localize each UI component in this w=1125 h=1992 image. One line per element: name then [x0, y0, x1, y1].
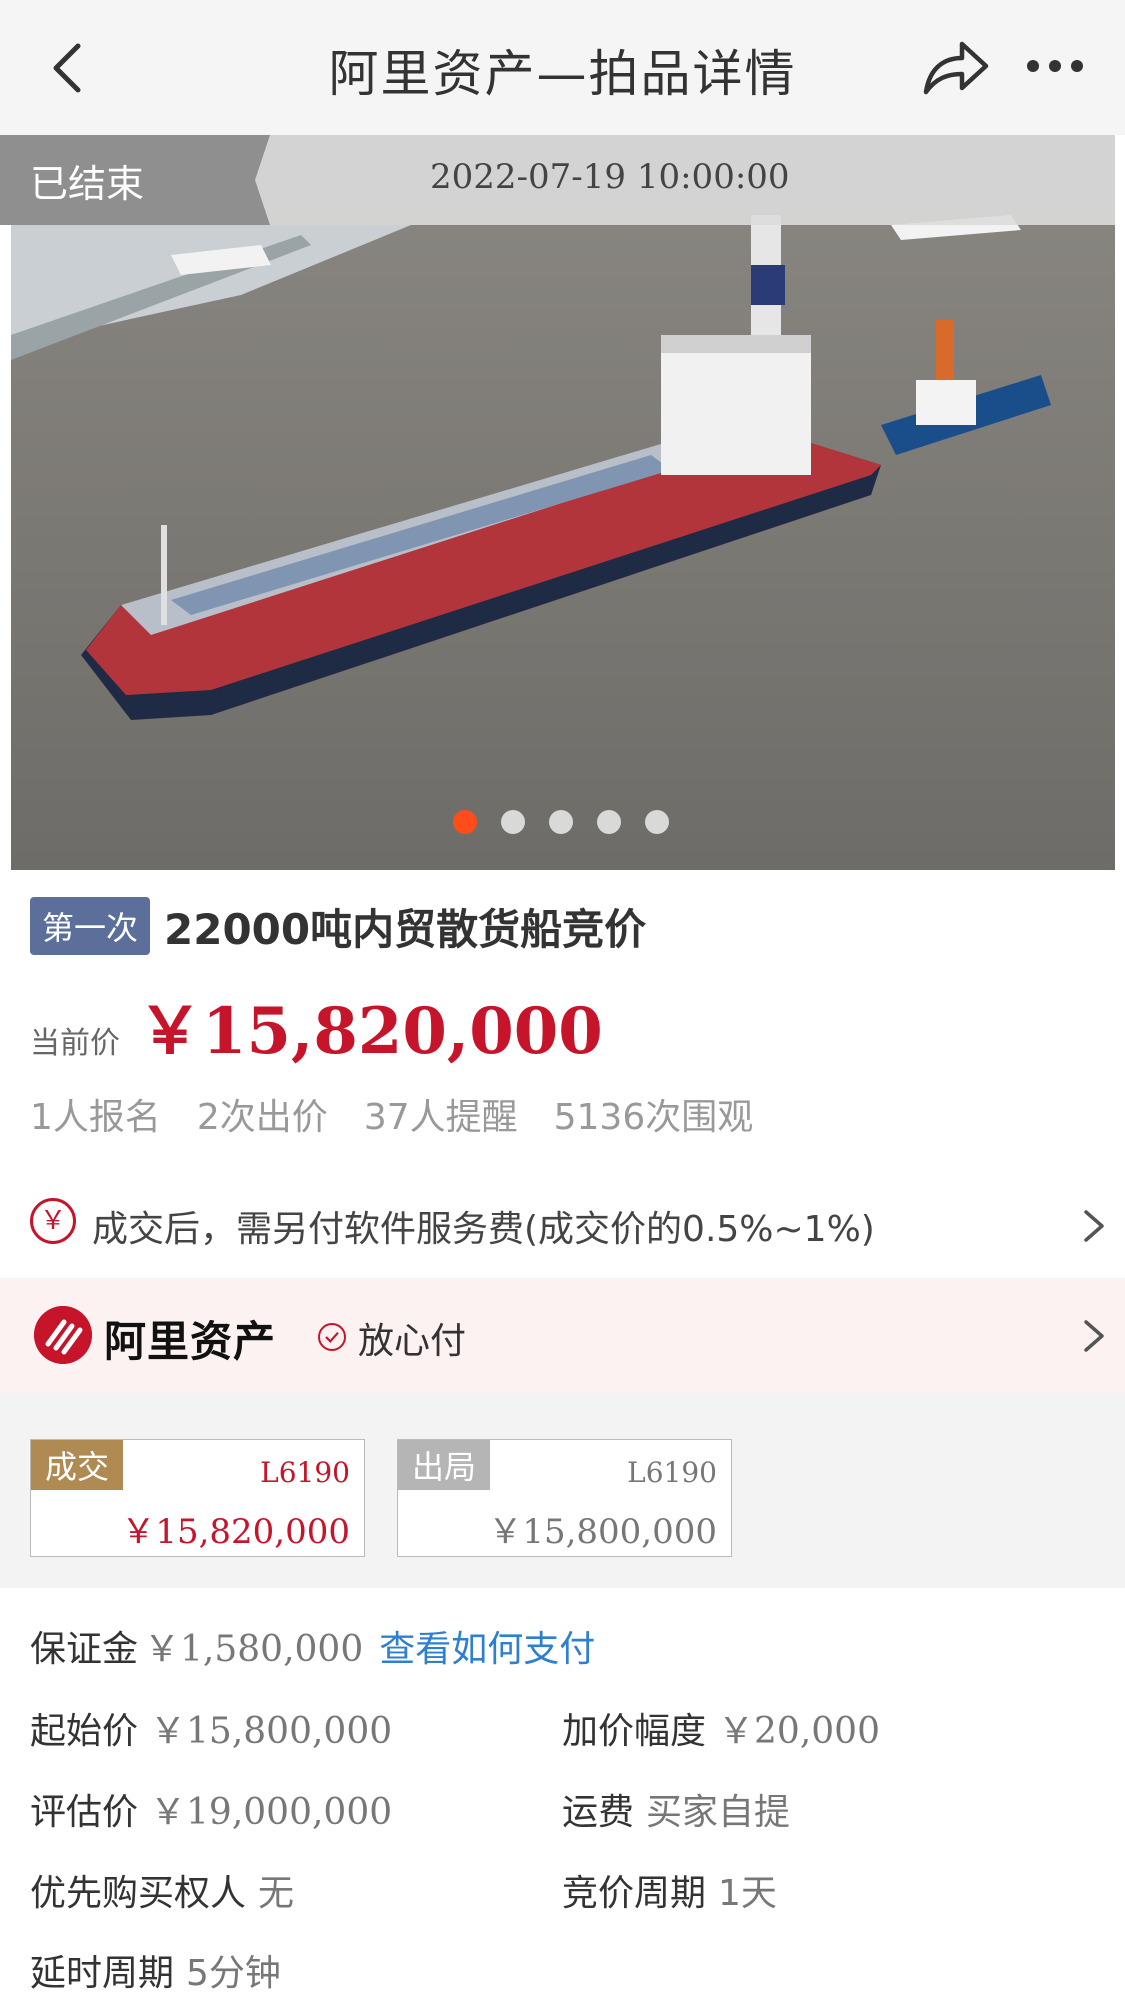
deposit-label: 保证金 [30, 1629, 139, 1670]
brand-name: 阿里资产 [104, 1317, 277, 1366]
service-fee-notice[interactable]: ￥ 成交后，需另付软件服务费(成交价的0.5%~1%) [0, 1170, 1125, 1280]
delay-label: 延时周期 [30, 1953, 175, 1992]
yuan-icon: ￥ [30, 1198, 76, 1244]
bidder-code: L6190 [260, 1456, 350, 1489]
stat-reminders: 37人提醒 [363, 1097, 518, 1138]
preemption-row: 优先购买权人无 [30, 1864, 294, 1916]
appraisal-row: 评估价 ￥19,000,000 [30, 1783, 392, 1835]
deposit-value: ￥1,580,000 [144, 1629, 364, 1670]
bid-card-outbid[interactable]: 出局 L6190 ￥15,800,000 [397, 1439, 732, 1557]
stat-views: 5136次围观 [553, 1097, 754, 1138]
carousel-dot[interactable] [597, 810, 621, 834]
auction-end-time: 2022-07-19 10:00:00 [430, 157, 790, 197]
item-title: 22000吨内贸散货船竞价 [164, 904, 647, 954]
bid-cycle-label: 竞价周期 [562, 1873, 707, 1914]
preemption-value: 无 [258, 1873, 295, 1914]
top-nav-bar: 阿里资产—拍品详情 [0, 0, 1125, 135]
carousel-dot[interactable] [549, 810, 573, 834]
start-price-label: 起始价 [30, 1711, 139, 1752]
delay-row: 延时周期 5分钟 [30, 1944, 281, 1992]
brand-assurance-row[interactable]: 阿里资产 放心付 [0, 1278, 1125, 1393]
bid-status-tag: 出局 [398, 1440, 491, 1490]
carousel-indicator [453, 810, 669, 834]
bid-price: ￥15,800,000 [488, 1512, 717, 1552]
increment-row: 加价幅度 ￥20,000 [562, 1702, 880, 1754]
preemption-label: 优先购买权人 [30, 1873, 247, 1914]
delay-value: 5分钟 [186, 1953, 281, 1992]
bid-cycle-row: 竞价周期 1天 [562, 1864, 777, 1916]
start-price-value: ￥15,800,000 [150, 1711, 393, 1752]
stat-bids: 2次出价 [196, 1097, 328, 1138]
share-icon[interactable] [920, 36, 990, 100]
increment-label: 加价幅度 [562, 1711, 707, 1752]
auction-round-badge: 第一次 [30, 897, 151, 955]
auction-status-bar: 已结束 2022-07-19 10:00:00 [0, 135, 1115, 225]
stat-registrations: 1人报名 [30, 1097, 161, 1138]
current-price-row: 当前价 ￥15,820,000 [30, 980, 603, 1072]
bid-cycle-value: 1天 [718, 1873, 777, 1914]
current-price-value: ￥15,820,000 [138, 994, 603, 1069]
more-options-icon[interactable] [1025, 56, 1085, 76]
bid-price: ￥15,820,000 [121, 1512, 350, 1552]
increment-value: ￥20,000 [718, 1711, 880, 1752]
bid-card-winning[interactable]: 成交 L6190 ￥15,820,000 [30, 1439, 365, 1557]
how-to-pay-link[interactable]: 查看如何支付 [379, 1629, 595, 1670]
appraisal-label: 评估价 [30, 1792, 139, 1833]
item-title-row: 第一次 22000吨内贸散货船竞价 [30, 897, 647, 955]
carousel-dot[interactable] [453, 810, 477, 834]
chevron-right-icon [1084, 1210, 1104, 1242]
shipping-value: 买家自提 [646, 1792, 791, 1833]
auction-stats: 1人报名 2次出价 37人提醒 5136次围观 [30, 1088, 753, 1140]
start-price-row: 起始价 ￥15,800,000 [30, 1702, 392, 1754]
service-fee-text: 成交后，需另付软件服务费(成交价的0.5%~1%) [92, 1209, 875, 1250]
carousel-dot[interactable] [645, 810, 669, 834]
shipping-label: 运费 [562, 1792, 635, 1833]
bid-records: 成交 L6190 ￥15,820,000 出局 L6190 ￥15,800,00… [0, 1393, 1125, 1588]
ship-photo [11, 135, 1115, 870]
assurance-label: 放心付 [358, 1321, 467, 1362]
bid-status-tag: 成交 [31, 1440, 124, 1490]
status-badge: 已结束 [0, 135, 270, 225]
current-price-label: 当前价 [30, 1026, 120, 1061]
ali-assets-logo-icon [34, 1306, 92, 1364]
deposit-row: 保证金 ￥1,580,000 查看如何支付 [30, 1620, 595, 1672]
carousel-dot[interactable] [501, 810, 525, 834]
image-carousel[interactable]: 已结束 2022-07-19 10:00:00 [0, 135, 1125, 870]
bidder-code: L6190 [627, 1456, 717, 1489]
chevron-right-icon [1084, 1320, 1104, 1352]
shipping-row: 运费 买家自提 [562, 1783, 790, 1835]
check-circle-icon [318, 1323, 346, 1351]
appraisal-value: ￥19,000,000 [150, 1792, 393, 1833]
